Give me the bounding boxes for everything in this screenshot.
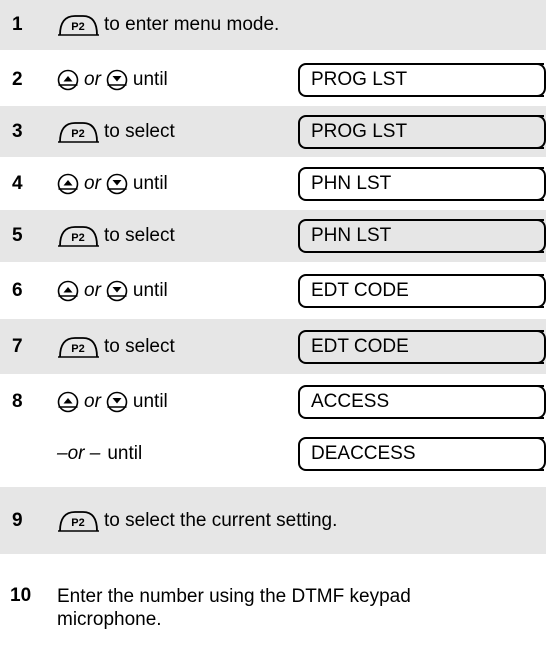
radio-display: ACCESS <box>298 385 546 419</box>
step-number: 5 <box>12 225 23 246</box>
up-arrow-key-icon <box>57 69 79 91</box>
radio-display: PROG LST <box>298 63 546 97</box>
procedure-steps: 1 to enter menu mode. 2 or until PROG LS… <box>0 0 546 665</box>
down-arrow-key-icon <box>106 173 128 195</box>
down-arrow-key-icon <box>106 280 128 302</box>
down-arrow-key-icon <box>106 391 128 413</box>
until-text: until <box>107 443 143 464</box>
step-2: 2 or until PROG LST <box>0 54 546 106</box>
p2-key-icon <box>57 224 99 248</box>
down-arrow-key-icon <box>106 69 128 91</box>
until-text: until <box>132 279 168 301</box>
step-number: 6 <box>12 279 23 301</box>
or-text: or <box>84 69 101 90</box>
step-text: to select the current setting. <box>104 509 338 531</box>
step-8-alternative: –or – until DEACCESS <box>0 428 546 480</box>
radio-display: PHN LST <box>298 219 546 253</box>
radio-display: PROG LST <box>298 114 546 149</box>
until-text: until <box>132 391 168 412</box>
step-text: to select <box>104 120 175 142</box>
step-4: 4 or until PHN LST <box>0 157 546 210</box>
step-number: 4 <box>12 172 23 194</box>
radio-display: EDT CODE <box>298 329 546 364</box>
step-9: 9 to select the current setting. <box>0 487 546 554</box>
step-text-line-2: microphone. <box>57 609 162 630</box>
p2-key-icon <box>57 13 99 37</box>
step-text: to enter menu mode. <box>104 14 280 35</box>
step-text-line-1: Enter the number using the DTMF keypad <box>57 586 411 607</box>
step-8: 8 or until ACCESS <box>0 376 546 428</box>
step-number: 7 <box>12 335 23 357</box>
step-1: 1 to enter menu mode. <box>0 0 546 50</box>
step-text: to select <box>104 335 175 357</box>
until-text: until <box>132 69 168 90</box>
step-number: 9 <box>12 509 23 531</box>
step-10: 10 Enter the number using the DTMF keypa… <box>0 560 546 660</box>
or-text: –or – <box>57 443 101 464</box>
p2-key-icon <box>57 120 99 144</box>
up-arrow-key-icon <box>57 280 79 302</box>
radio-display: EDT CODE <box>298 273 546 308</box>
up-arrow-key-icon <box>57 391 79 413</box>
step-number: 3 <box>12 120 23 142</box>
radio-display: DEACCESS <box>298 437 546 471</box>
p2-key-icon <box>57 509 99 533</box>
step-number: 2 <box>12 69 23 90</box>
step-number: 8 <box>12 391 23 412</box>
step-5: 5 to select PHN LST <box>0 210 546 262</box>
or-text: or <box>84 391 101 412</box>
or-text: or <box>84 172 101 194</box>
step-text: to select <box>104 225 175 246</box>
until-text: until <box>132 172 168 194</box>
radio-display: PHN LST <box>298 166 546 201</box>
step-6: 6 or until EDT CODE <box>0 262 546 319</box>
step-number: 10 <box>10 585 32 606</box>
or-text: or <box>84 279 101 301</box>
step-7: 7 to select EDT CODE <box>0 319 546 374</box>
p2-key-icon <box>57 335 99 359</box>
up-arrow-key-icon <box>57 173 79 195</box>
step-3: 3 to select PROG LST <box>0 106 546 157</box>
step-number: 1 <box>12 14 23 35</box>
